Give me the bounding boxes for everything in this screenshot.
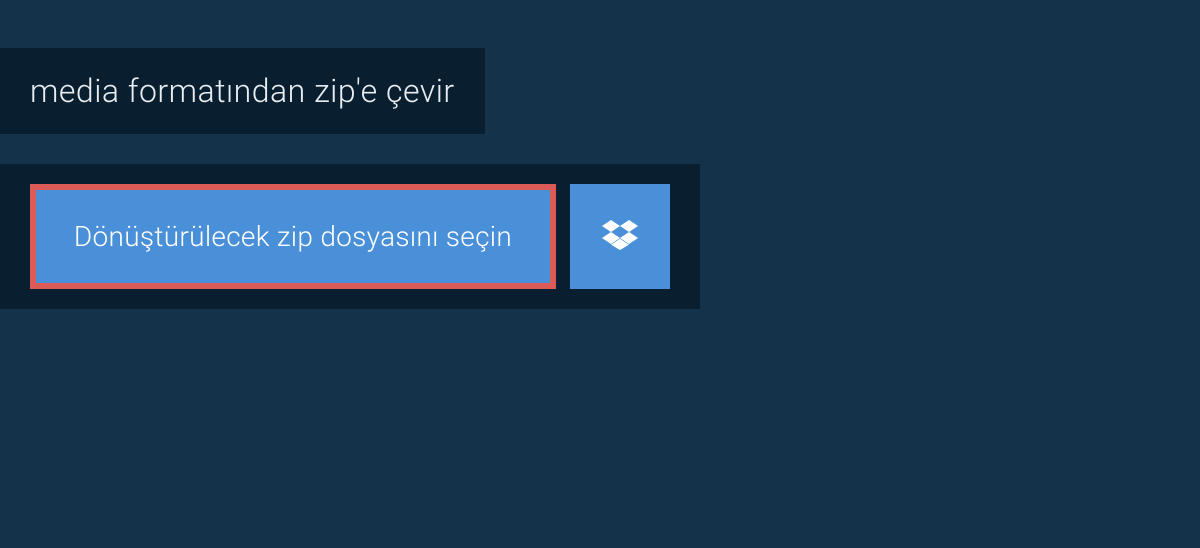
dropbox-button[interactable] [570,184,670,289]
dropbox-icon [602,217,638,257]
select-file-label: Dönüştürülecek zip dosyasını seçin [74,220,512,253]
upload-panel: Dönüştürülecek zip dosyasını seçin [0,164,700,309]
page-title: media formatından zip'e çevir [30,72,455,110]
select-file-button[interactable]: Dönüştürülecek zip dosyasını seçin [30,184,556,289]
page-header: media formatından zip'e çevir [0,48,485,134]
